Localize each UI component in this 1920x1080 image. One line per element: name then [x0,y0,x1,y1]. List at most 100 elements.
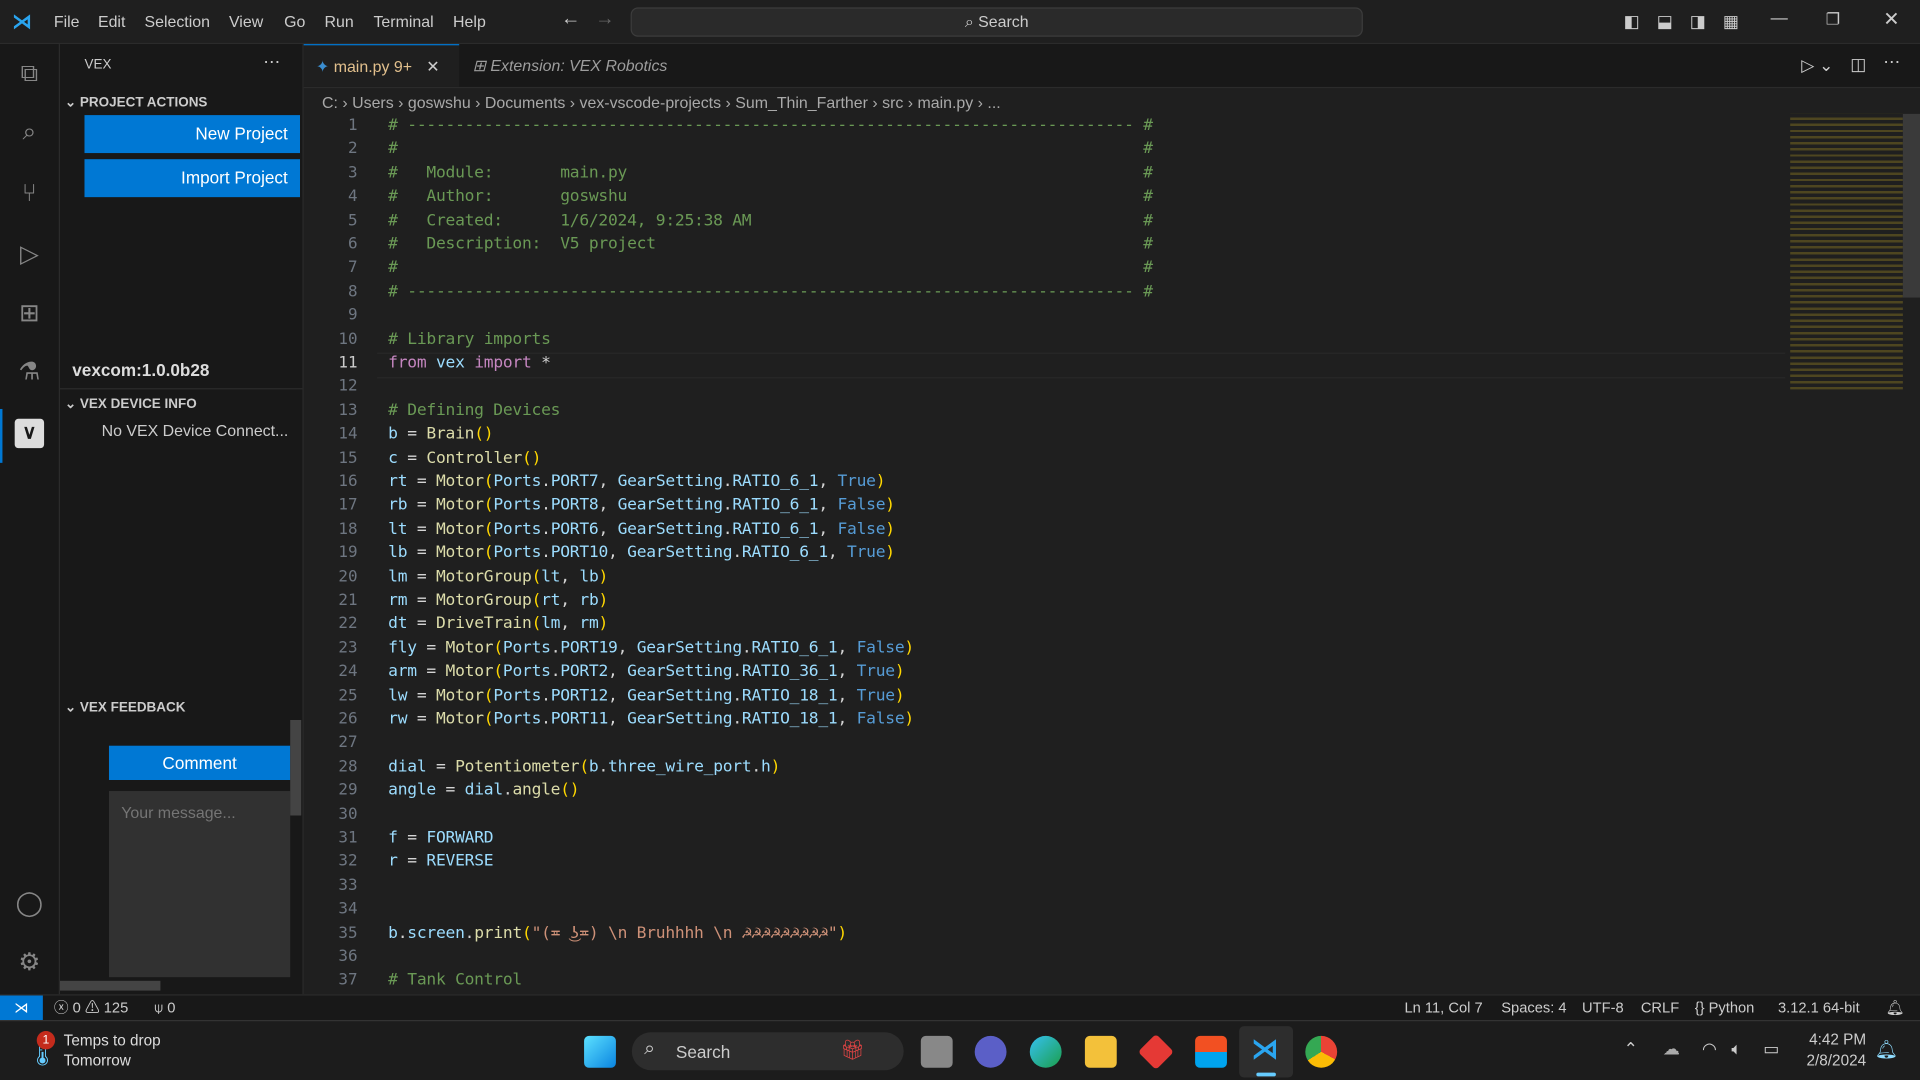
menu-view[interactable]: View [229,12,263,30]
minimap[interactable] [1790,113,1903,390]
more-actions-icon[interactable]: ⋯ [1883,51,1900,72]
split-editor-icon[interactable]: ◫ [1850,54,1866,75]
toggle-secondary-sidebar-icon[interactable]: ◨ [1690,11,1706,32]
close-tab-icon[interactable]: ✕ [426,58,439,76]
indentation[interactable]: Spaces: 4 [1501,996,1566,1022]
comment-button[interactable]: Comment [108,745,291,781]
code-line[interactable]: # Author: goswshu # [388,188,1153,206]
extensions-icon[interactable]: ⊞ [15,299,44,328]
edge-icon[interactable] [1029,1035,1062,1068]
code-line[interactable]: lb = Motor(Ports.PORT10, GearSetting.RAT… [388,544,895,562]
toggle-panel-icon[interactable]: ⬓ [1657,11,1673,32]
menu-help[interactable]: Help [453,12,486,30]
more-actions-icon[interactable]: ⋯ [263,51,280,72]
code-line[interactable]: # Defining Devices [388,401,560,419]
menu-selection[interactable]: Selection [144,12,209,30]
editor-scrollbar[interactable] [1902,113,1920,298]
code-line[interactable]: f = FORWARD [388,829,493,847]
testing-icon[interactable]: ⚗ [15,358,44,387]
search-icon[interactable]: ⌕ [15,118,44,147]
settings-gear-icon[interactable]: ⚙ [15,948,44,977]
weather-widget[interactable]: 🌡︎ 1 Temps to drop Tomorrow [22,1031,181,1073]
task-view-icon[interactable] [920,1035,953,1068]
menu-go[interactable]: Go [284,12,305,30]
show-hidden-icons[interactable]: ⌃ [1624,1038,1638,1059]
problems-indicator[interactable]: ⓧ 0 ⚠ 125 [54,996,128,1022]
feedback-header[interactable]: ⌄ VEX FEEDBACK [65,699,186,715]
breadcrumb-item[interactable]: ... [987,93,1000,111]
run-python-icon[interactable]: ▷ ⌄ [1801,55,1833,76]
code-line[interactable]: # Tank Control [388,971,522,989]
code-line[interactable]: dial = Potentiometer(b.three_wire_port.h… [388,758,780,776]
breadcrumb-item[interactable]: main.py [918,93,974,111]
clock-date[interactable]: 2/8/2024 [1795,1052,1867,1069]
vscode-taskbar-button[interactable]: ⋊ [1239,1026,1294,1078]
run-debug-icon[interactable]: ▷ [15,240,44,269]
customize-layout-icon[interactable]: ▦ [1723,11,1739,32]
notification-bell-icon[interactable]: 🔔︎ [1875,1038,1898,1061]
tab-extension-vex[interactable]: ⊞ Extension: VEX Robotics [460,44,679,87]
menu-run[interactable]: Run [324,12,353,30]
horizontal-scrollbar[interactable] [60,980,161,991]
toggle-sidebar-icon[interactable]: ◧ [1624,11,1640,32]
back-arrow-icon[interactable]: ← [561,9,581,31]
breadcrumb-item[interactable]: src [882,93,903,111]
remote-indicator-icon[interactable]: ⋊ [0,995,43,1022]
code-line[interactable]: fly = Motor(Ports.PORT19, GearSetting.RA… [388,639,914,657]
close-window-icon[interactable]: ✕ [1883,7,1899,31]
code-editor[interactable]: 1 # -------------------------------------… [304,114,1786,994]
code-line[interactable]: dt = DriveTrain(lm, rm) [388,615,608,633]
code-line[interactable]: c = Controller() [388,449,541,467]
tab-main-py[interactable]: ✦ main.py 9+ ✕ [303,44,460,87]
project-actions-header[interactable]: ⌄ PROJECT ACTIONS [65,94,208,111]
breadcrumb-item[interactable]: goswshu [408,93,471,111]
code-line[interactable]: # --------------------------------------… [388,116,1153,134]
menu-terminal[interactable]: Terminal [373,12,433,30]
breadcrumb-item[interactable]: vex-vscode-projects [580,93,722,111]
code-line[interactable]: # Created: 1/6/2024, 9:25:38 AM # [388,211,1153,229]
command-search[interactable]: ⌕ Search [630,7,1363,37]
code-line[interactable]: from vex import * [388,354,551,372]
language-mode[interactable]: {} Python [1695,996,1755,1022]
code-line[interactable]: rw = Motor(Ports.PORT11, GearSetting.RAT… [388,710,914,728]
wifi-icon[interactable]: ◠ [1702,1038,1717,1059]
code-line[interactable]: angle = dial.angle() [388,781,579,799]
breadcrumb-item[interactable]: Sum_Thin_Farther [735,93,868,111]
windows-start-icon[interactable] [584,1035,616,1068]
line-ending[interactable]: CRLF [1641,996,1679,1022]
python-interpreter[interactable]: 3.12.1 64-bit [1778,996,1860,1022]
device-info-header[interactable]: ⌄ VEX DEVICE INFO [65,396,197,412]
breadcrumb-item[interactable]: Users [352,93,394,111]
code-line[interactable]: # Library imports [388,330,551,348]
ports-indicator[interactable]: ⍦ 0 [154,996,175,1022]
taskbar-search[interactable]: ⌕ Search 🎁︎ [631,1032,904,1071]
clock-time[interactable]: 4:42 PM [1807,1031,1866,1048]
code-line[interactable]: # # [388,259,1153,277]
breadcrumb-item[interactable]: Documents [485,93,566,111]
battery-icon[interactable]: ▭ [1763,1038,1779,1059]
code-line[interactable]: # Description: V5 project # [388,235,1153,253]
feedback-message-input[interactable] [108,791,291,978]
menu-edit[interactable]: Edit [98,12,125,30]
sidebar-scrollbar[interactable] [290,720,302,816]
new-project-button[interactable]: New Project [84,115,301,154]
code-line[interactable]: rb = Motor(Ports.PORT8, GearSetting.RATI… [388,496,895,514]
menu-file[interactable]: File [54,12,80,30]
import-project-button[interactable]: Import Project [84,159,301,198]
code-line[interactable]: # # [388,140,1153,158]
onedrive-icon[interactable]: ☁ [1663,1038,1680,1059]
microsoft-store-icon[interactable] [1195,1035,1227,1068]
code-line[interactable]: b.screen.print("(≖ ͜ʖ≖) \n Bruhhhh \n ☭☭… [388,924,847,942]
chrome-icon[interactable] [1305,1035,1338,1068]
volume-icon[interactable]: 🔈︎ [1731,1038,1741,1059]
notifications-bell-icon[interactable]: 🔔︎ [1886,996,1905,1022]
file-explorer-icon[interactable] [1084,1035,1117,1068]
accounts-icon[interactable]: ◯ [15,889,44,918]
breadcrumb-item[interactable]: C: [322,93,338,111]
explorer-icon[interactable]: ⧉ [15,59,44,88]
code-line[interactable]: b = Brain() [388,425,493,443]
code-line[interactable]: lt = Motor(Ports.PORT6, GearSetting.RATI… [388,520,895,538]
source-control-icon[interactable]: ⑂ [15,179,44,208]
forward-arrow-icon[interactable]: → [595,9,615,31]
vex-extension-icon[interactable]: ∨ [14,418,45,449]
